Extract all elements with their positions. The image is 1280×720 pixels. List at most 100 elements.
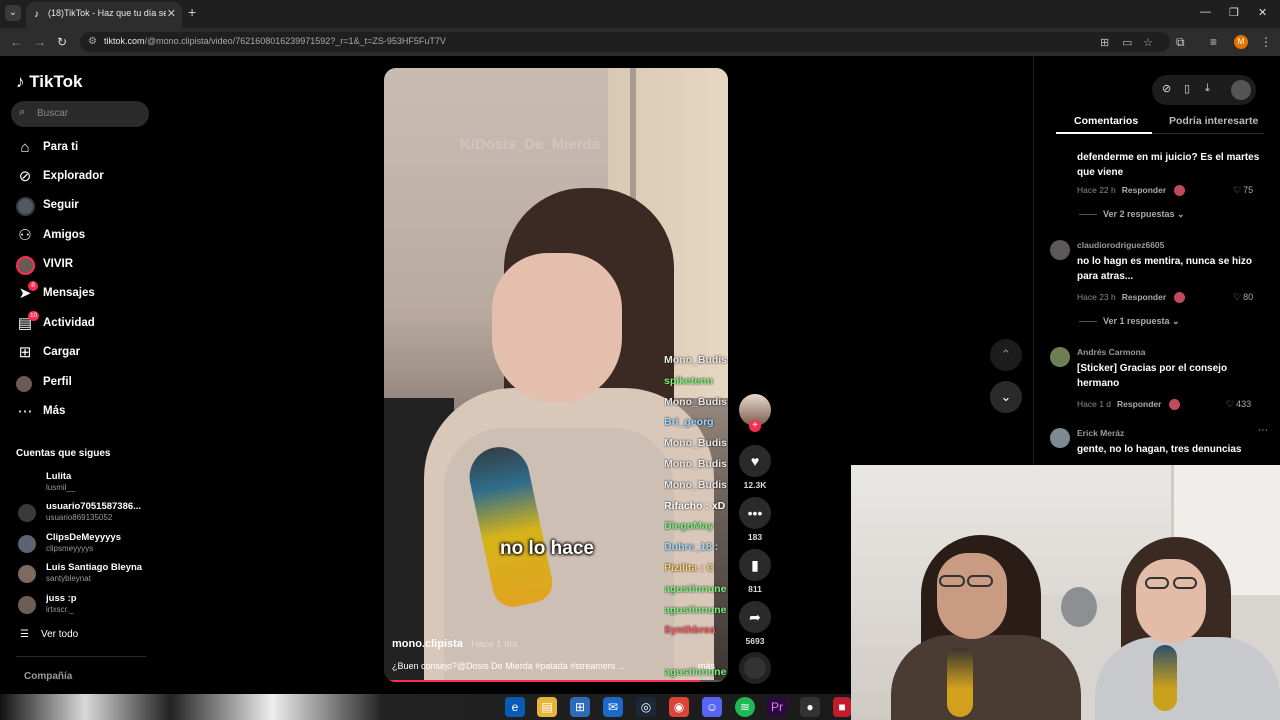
nav-item-para-ti[interactable]: ⌂ Para ti <box>16 138 156 160</box>
comment-username[interactable]: Andrés Carmona <box>1077 347 1146 357</box>
avatar <box>18 474 36 492</box>
extensions-icon[interactable]: ⧉ <box>1176 35 1185 50</box>
company-link[interactable]: Compañía <box>24 671 72 682</box>
heart-outline-icon: ♡ <box>1233 292 1242 302</box>
file-explorer-icon[interactable]: ▤ <box>537 697 557 717</box>
more-link[interactable]: más <box>698 661 715 671</box>
nav-item-seguir[interactable]: Seguir <box>16 196 156 218</box>
following-item[interactable]: ClipsDeMeyyyys clipsmeyyyys <box>16 532 156 556</box>
menu-dots-icon[interactable]: ⋮ <box>1260 35 1272 49</box>
tiktok-logo[interactable]: ♪ TikTok <box>16 72 82 92</box>
nav-item-mas[interactable]: ⋯ Más <box>16 402 156 424</box>
author-name: mono.clipista <box>392 638 463 650</box>
store-icon[interactable]: ⊞ <box>570 697 590 717</box>
url-field[interactable]: ⚙ tiktok.com/@mono.clipista/video/762160… <box>80 32 1170 52</box>
chat-line: Mono_Budis <box>664 395 727 408</box>
previous-video-button[interactable]: ⌃ <box>990 339 1022 371</box>
comment-like-button[interactable]: ♡ 75 <box>1233 185 1253 196</box>
avatar[interactable] <box>1231 80 1251 100</box>
following-item[interactable]: Lulita lusmil__ <box>16 471 156 495</box>
follow-plus-icon[interactable]: + <box>749 420 761 432</box>
video-player[interactable]: K/Dosis_De_Mierda no lo hace Mono_Budis s… <box>384 68 728 682</box>
divider <box>16 656 146 657</box>
window-close-icon[interactable]: ✕ <box>1258 6 1267 19</box>
browser-profile-avatar[interactable]: M <box>1234 35 1248 49</box>
view-replies-button[interactable]: Ver 2 respuestas ⌄ <box>1079 209 1185 220</box>
chevron-up-icon: ⌃ <box>1000 347 1012 362</box>
avatar[interactable] <box>1050 347 1070 367</box>
avatar[interactable] <box>1050 428 1070 448</box>
reply-button[interactable]: Responder <box>1122 185 1166 195</box>
edge-icon[interactable]: e <box>505 697 525 717</box>
browser-tab[interactable]: ♪ (18)TikTok - Haz que tu día sea ✕ <box>26 2 182 28</box>
download-icon[interactable]: ⤓ <box>1205 82 1210 95</box>
reply-button[interactable]: Responder <box>1122 292 1166 302</box>
comment-button[interactable]: ••• 183 <box>738 497 772 542</box>
restore-icon[interactable]: ❐ <box>1229 6 1239 19</box>
premiere-icon[interactable]: Pr <box>767 697 787 717</box>
nav-item-actividad[interactable]: ▤ 10 Actividad <box>16 311 156 336</box>
nav-item-cargar[interactable]: ⊞ Cargar <box>16 343 156 365</box>
heart-outline-icon: ♡ <box>1233 185 1242 195</box>
video-progress-bar[interactable] <box>384 680 728 682</box>
chrome-icon[interactable]: ◉ <box>669 697 689 717</box>
back-icon[interactable]: ← <box>10 35 22 49</box>
tab-podria-interesarte[interactable]: Podría interesarte <box>1169 115 1258 127</box>
translate-icon[interactable]: ⊞ <box>1100 36 1109 49</box>
comment-more-icon[interactable]: ⋯ <box>1258 425 1268 436</box>
comment-username[interactable]: Erick Meráz <box>1077 428 1124 438</box>
following-item[interactable]: Luis Santiago Bleyna santybleynat <box>16 562 156 586</box>
following-item[interactable]: usuario7051587386... usuario869135052 <box>16 501 156 525</box>
chat-line: Dubre_18 : <box>664 541 719 554</box>
reading-list-icon[interactable]: ≡ <box>1210 35 1217 49</box>
comment-like-button[interactable]: ♡ 433 <box>1226 399 1251 410</box>
steam-icon[interactable]: ◎ <box>636 697 656 717</box>
reply-button[interactable]: Responder <box>1117 399 1161 409</box>
avatar[interactable] <box>1050 240 1070 260</box>
forward-icon[interactable]: → <box>34 35 46 49</box>
close-icon[interactable]: ✕ <box>167 7 176 20</box>
video-author[interactable]: mono.clipista · Hace 1 día <box>392 638 517 650</box>
see-all-link[interactable]: ☰ Ver todo <box>20 629 78 640</box>
nav-label: Perfil <box>43 376 72 388</box>
reload-icon[interactable]: ↻ <box>57 35 67 49</box>
heart-outline-icon: ♡ <box>1226 399 1235 409</box>
comment-like-button[interactable]: ♡ 80 <box>1233 292 1253 303</box>
music-disc-avatar[interactable] <box>739 652 771 684</box>
app-icon[interactable]: ■ <box>833 697 851 717</box>
obs-icon[interactable]: ● <box>800 697 820 717</box>
comment-username[interactable]: claudiorodriguez6605 <box>1077 240 1164 250</box>
next-video-button[interactable]: ⌄ <box>990 381 1022 413</box>
plus-square-icon: ⊞ <box>18 344 32 361</box>
bookmark-star-icon[interactable]: ☆ <box>1143 36 1153 49</box>
like-button[interactable]: ♥ 12.3K <box>738 445 772 490</box>
creator-liked-avatar <box>1169 399 1181 411</box>
phone-icon[interactable]: ▯ <box>1184 82 1190 95</box>
chat-line: Mono_Budis <box>664 478 727 491</box>
compass-icon[interactable]: ⊘ <box>1162 82 1171 95</box>
nav-item-perfil[interactable]: Perfil <box>16 373 156 395</box>
discord-icon[interactable]: ☺ <box>702 697 722 717</box>
nav-item-explorador[interactable]: ⊘ Explorador <box>16 167 156 189</box>
cast-icon[interactable]: ▭ <box>1122 36 1132 49</box>
spotify-icon[interactable]: ≋ <box>735 697 755 717</box>
video-description: ¿Buen consejo?@Dosis De Mierda #patada #… <box>392 661 626 671</box>
nav-item-vivir[interactable]: VIVIR <box>16 255 156 277</box>
nav-item-mensajes[interactable]: ➤ 8 Mensajes <box>16 281 156 306</box>
search-input[interactable]: ⌕ Buscar <box>11 101 149 127</box>
new-tab-icon[interactable]: + <box>188 5 196 19</box>
nav-item-amigos[interactable]: ⚇ Amigos <box>16 226 156 248</box>
creator-liked-avatar <box>1174 185 1186 197</box>
site-info-icon[interactable]: ⚙ <box>88 36 97 47</box>
tab-search-icon[interactable]: ⌄ <box>5 5 21 21</box>
mail-icon[interactable]: ✉ <box>603 697 623 717</box>
share-button[interactable]: ➦ 5693 <box>738 601 772 646</box>
view-replies-button[interactable]: Ver 1 respuesta ⌄ <box>1079 316 1180 327</box>
save-button[interactable]: ▮ 811 <box>738 549 772 594</box>
minimize-icon[interactable]: — <box>1200 6 1211 18</box>
tab-comentarios[interactable]: Comentarios <box>1074 115 1138 127</box>
video-person <box>492 253 622 403</box>
webcam-person <box>891 635 1081 720</box>
post-time: · Hace 1 día <box>462 639 518 650</box>
following-item[interactable]: juss :p irtxscr._ <box>16 593 156 617</box>
